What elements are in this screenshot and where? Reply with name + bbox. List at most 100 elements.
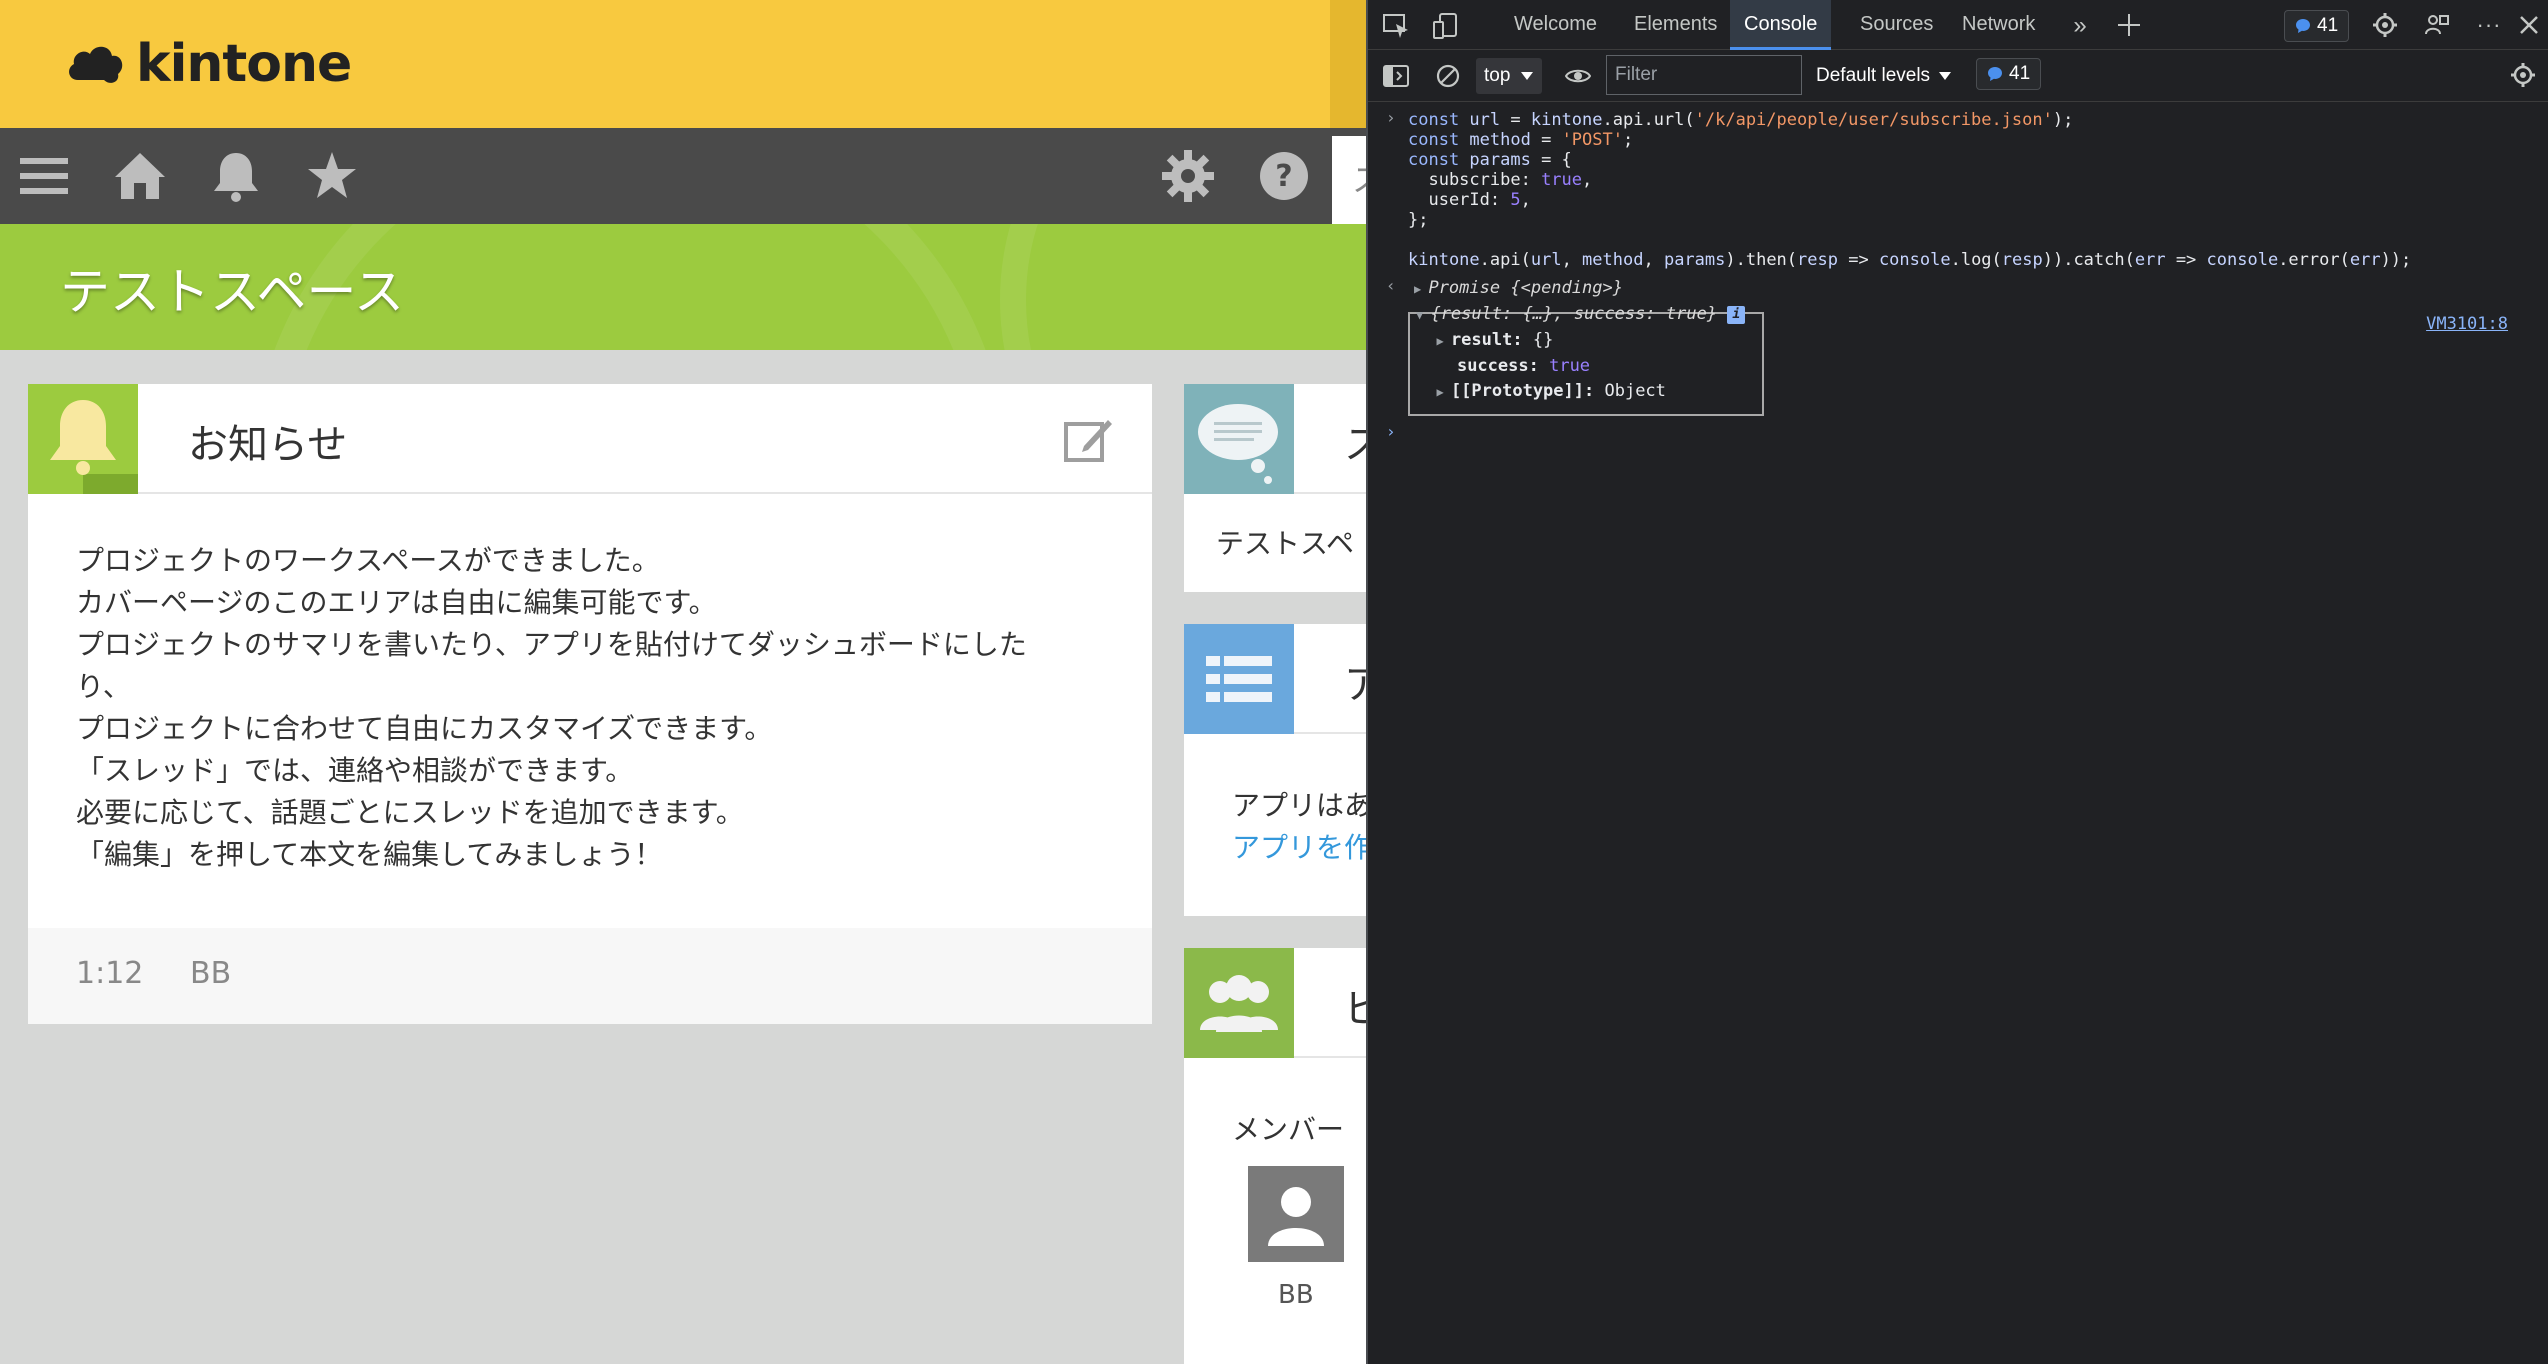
notice-line: 「編集」を押して本文を編集してみましょう！: [76, 838, 663, 871]
apps-panel: ア: [1184, 624, 1366, 916]
members-label: メンバー: [1232, 1113, 1345, 1146]
member-avatar[interactable]: [1248, 1166, 1344, 1262]
tab-console[interactable]: Console: [1730, 0, 1832, 50]
code-token: subscribe:: [1408, 170, 1542, 190]
log-levels-dropdown[interactable]: Default levels: [1816, 58, 1952, 94]
notice-author[interactable]: BB: [190, 956, 231, 991]
device-toolbar-icon[interactable]: [1432, 12, 1460, 40]
code-token: )).catch(: [2042, 250, 2135, 270]
expand-triangle-icon[interactable]: ▶: [1436, 385, 1450, 399]
console-toolbar: top Default levels 41: [1368, 50, 2548, 102]
result-object[interactable]: ▼ {result: {…}, success: true} i ▶ resul…: [1416, 302, 1746, 405]
home-icon[interactable]: [112, 148, 168, 204]
kintone-logo[interactable]: kintone: [64, 34, 352, 94]
bell-icon[interactable]: [208, 148, 264, 204]
input-chevron-icon: ›: [1386, 108, 1396, 127]
message-icon: [2296, 19, 2310, 33]
menu-icon[interactable]: [16, 148, 72, 204]
console-settings-gear-icon[interactable]: [2508, 60, 2538, 90]
collapse-triangle-icon: ▼: [1416, 308, 1431, 322]
expand-triangle-icon[interactable]: ▶: [1436, 334, 1450, 348]
promise-output[interactable]: ▶ Promise {<pending>}: [1414, 278, 1623, 299]
prop-value-prototype: Object: [1604, 381, 1666, 401]
edit-icon[interactable]: [1062, 414, 1114, 466]
clear-console-icon[interactable]: [1434, 62, 1462, 90]
inspect-element-icon[interactable]: [1382, 12, 1410, 40]
thread-title: ス: [1344, 422, 1366, 468]
code-token: =>: [2165, 250, 2207, 270]
members-header: ピ: [1184, 948, 1366, 1058]
console-prompt-icon[interactable]: ›: [1386, 422, 1396, 441]
star-icon[interactable]: [304, 148, 360, 204]
members-panel: ピ: [1184, 948, 1366, 1364]
notice-header: お知らせ: [28, 384, 1152, 494]
code-token: const: [1408, 150, 1470, 170]
people-icon: [1184, 948, 1294, 1058]
chevron-down-icon: [1939, 72, 1952, 80]
code-token: 'POST': [1561, 130, 1623, 150]
code-token: ).then(: [1725, 250, 1798, 270]
console-input-code[interactable]: const url = kintone.api.url('/k/api/peop…: [1408, 110, 2411, 270]
help-icon[interactable]: ?: [1256, 148, 1312, 204]
code-token: .api.url(: [1602, 110, 1695, 130]
tab-elements[interactable]: Elements: [1620, 0, 1731, 50]
settings-gear-icon[interactable]: [2370, 10, 2400, 40]
search-box-stub[interactable]: ス: [1332, 136, 1366, 224]
code-token: =: [1530, 130, 1562, 150]
context-selector[interactable]: top: [1476, 58, 1543, 94]
code-token: true: [1541, 170, 1583, 190]
tab-welcome[interactable]: Welcome: [1500, 0, 1611, 50]
code-token: kintone: [1530, 110, 1603, 130]
notice-title: お知らせ: [188, 422, 348, 468]
more-tabs-icon[interactable]: »: [2066, 12, 2094, 40]
issues-badge[interactable]: 41: [2284, 10, 2350, 42]
code-token: };: [1408, 210, 1429, 230]
notice-line: プロジェクトに合わせて自由にカスタマイズできます。: [76, 712, 773, 745]
code-token: ,: [1520, 190, 1531, 210]
code-token: params: [1469, 150, 1531, 170]
gear-icon[interactable]: [1160, 148, 1216, 204]
promise-state: {<pending>}: [1510, 278, 1623, 298]
code-token: ;: [1622, 130, 1634, 150]
speech-bubble-icon: [1184, 384, 1294, 494]
more-options-icon[interactable]: ···: [2474, 10, 2504, 40]
info-icon[interactable]: i: [1727, 306, 1746, 324]
notice-footer: 1:12 BB: [28, 928, 1152, 1024]
kintone-header: kintone: [0, 0, 1366, 128]
issues-badge-toolbar[interactable]: 41: [1976, 58, 2042, 90]
tab-sources[interactable]: Sources: [1846, 0, 1947, 50]
code-token: console: [1878, 250, 1951, 270]
notice-line: カバーページのこのエリアは自由に編集可能です。: [76, 586, 717, 619]
live-expression-eye-icon[interactable]: [1564, 64, 1592, 88]
add-tab-icon[interactable]: [2114, 10, 2144, 40]
code-token: err: [2349, 250, 2381, 270]
apps-title: ア: [1344, 662, 1366, 708]
list-icon: [1184, 624, 1294, 734]
header-edge: [1330, 0, 1366, 128]
close-icon[interactable]: [2514, 10, 2544, 40]
code-token: method: [1582, 250, 1644, 270]
code-token: ,: [1561, 250, 1583, 270]
filter-input[interactable]: [1606, 55, 1802, 95]
notice-time: 1:12: [76, 956, 144, 991]
code-token: method: [1469, 130, 1531, 150]
code-token: );: [2052, 110, 2074, 130]
tab-network[interactable]: Network: [1948, 0, 2049, 50]
create-app-link[interactable]: アプリを作: [1232, 826, 1366, 866]
code-token: resp: [2001, 250, 2043, 270]
context-label: top: [1484, 65, 1511, 86]
kintone-page: kintone ? ス テストスペース お知らせ プロジェクト: [0, 0, 1366, 1364]
promise-label: Promise: [1428, 278, 1501, 298]
expand-triangle-icon: ▶: [1414, 282, 1429, 296]
customize-devtools-icon[interactable]: [2422, 10, 2452, 40]
thread-text[interactable]: テストスペ: [1216, 522, 1354, 562]
source-location-link[interactable]: VM3101:8: [2426, 314, 2508, 334]
apps-header: ア: [1184, 624, 1366, 734]
sidebar-toggle-icon[interactable]: [1382, 62, 1410, 90]
code-token: '/k/api/people/user/subscribe.json': [1694, 110, 2053, 130]
prop-value-success: true: [1549, 356, 1591, 376]
code-token: url: [1469, 110, 1501, 130]
space-title: テストスペース: [60, 263, 404, 321]
member-name[interactable]: BB: [1278, 1280, 1314, 1310]
code-token: 5: [1510, 190, 1521, 210]
